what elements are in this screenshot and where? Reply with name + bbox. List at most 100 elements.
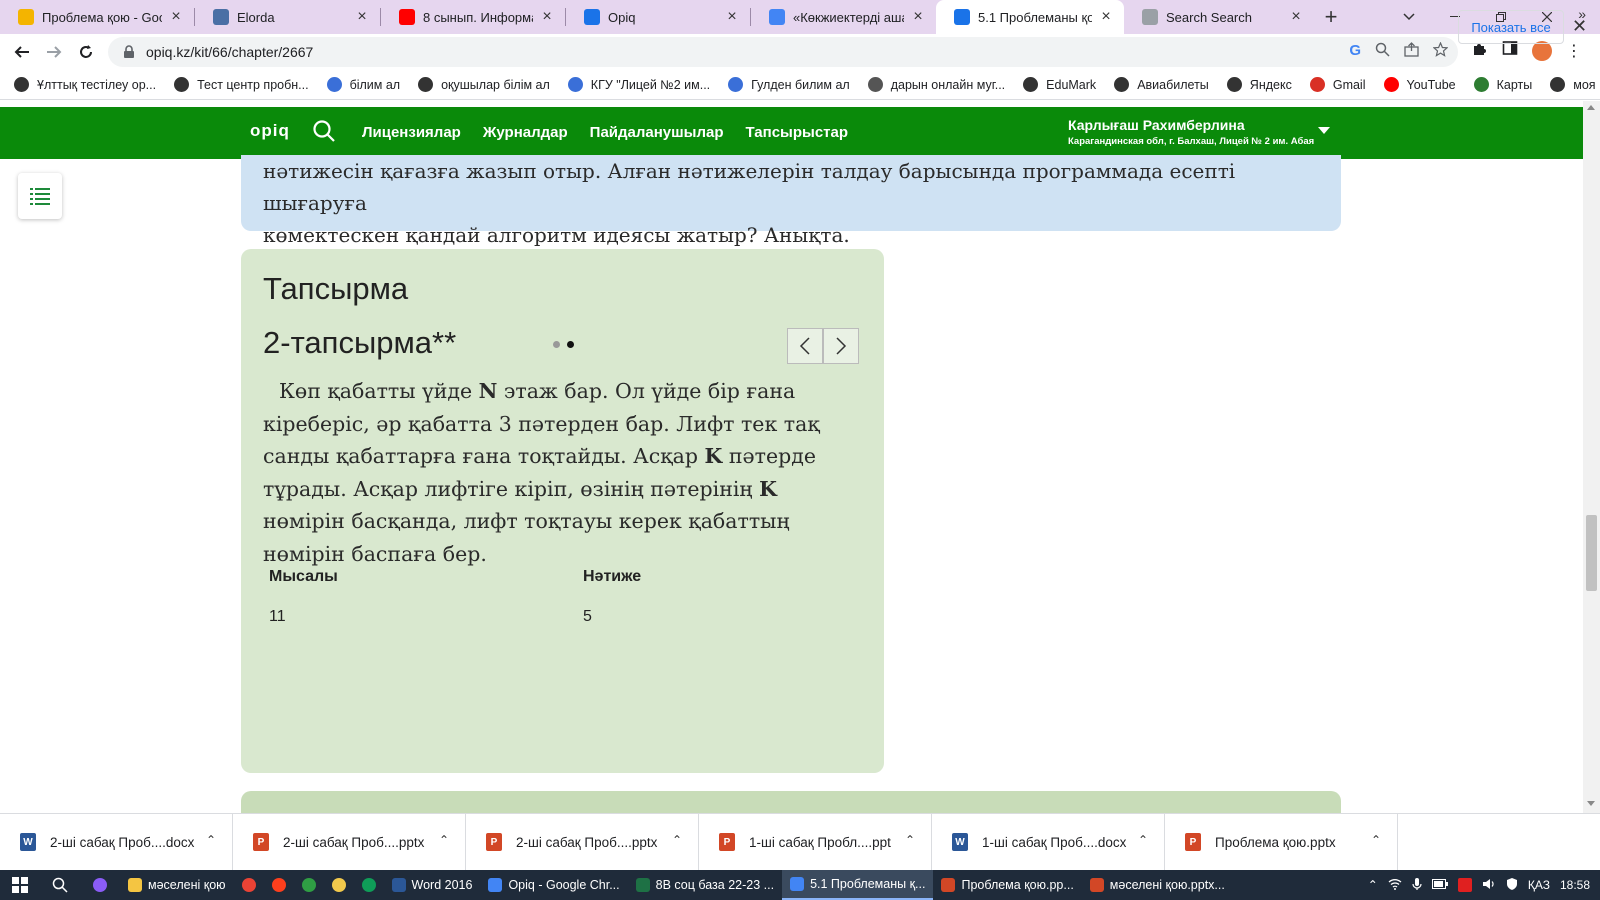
- site-nav-link[interactable]: Тапсырыстар: [746, 124, 849, 141]
- download-options-chevron-icon[interactable]: ⌃: [672, 833, 682, 847]
- shield-icon[interactable]: [1506, 877, 1518, 894]
- table-of-contents-button[interactable]: [18, 173, 62, 219]
- bookmark-item[interactable]: Gmail: [1309, 77, 1366, 92]
- browser-tab[interactable]: 5.1 Проблеманы қою - ×: [936, 0, 1124, 34]
- input-language[interactable]: ҚАЗ: [1528, 878, 1550, 892]
- download-item[interactable]: P 2-ші сабақ Проб....pptx ⌃: [466, 813, 699, 871]
- close-tab-icon[interactable]: ×: [354, 8, 370, 26]
- tab-search-chevron-icon[interactable]: [1386, 0, 1432, 34]
- site-nav-link[interactable]: Лицензиялар: [362, 124, 461, 141]
- back-icon[interactable]: [6, 36, 38, 68]
- bookmark-item[interactable]: Тест центр пробн...: [174, 77, 309, 92]
- close-downloads-icon[interactable]: ✕: [1572, 16, 1587, 37]
- next-card-edge: [241, 791, 1341, 813]
- browser-tab[interactable]: Opiq ×: [566, 0, 750, 34]
- browser-tab[interactable]: «Көкжиектерді аша от ×: [751, 0, 936, 34]
- bookmark-label: Gmail: [1332, 77, 1366, 92]
- yandex-icon[interactable]: [264, 870, 294, 900]
- download-item[interactable]: P 2-ші сабақ Проб....pptx ⌃: [233, 813, 466, 871]
- show-all-downloads-button[interactable]: Показать все: [1458, 10, 1564, 44]
- bookmark-item[interactable]: білим ал: [326, 77, 400, 92]
- close-tab-icon[interactable]: ×: [539, 8, 555, 26]
- bookmark-item[interactable]: КГУ "Лицей №2 им...: [567, 77, 710, 92]
- reload-icon[interactable]: [70, 36, 102, 68]
- google-lens-icon[interactable]: G: [1349, 42, 1361, 61]
- clock[interactable]: 18:58: [1560, 878, 1590, 892]
- download-options-chevron-icon[interactable]: ⌃: [905, 833, 915, 847]
- volume-icon[interactable]: [1482, 878, 1496, 893]
- forward-icon[interactable]: [38, 36, 70, 68]
- close-tab-icon[interactable]: ×: [1288, 8, 1304, 26]
- user-menu[interactable]: Карлығаш Рахимберлина Карагандинская обл…: [1068, 117, 1314, 147]
- taskbar-app[interactable]: 8В соц база 22-23 ...: [628, 870, 782, 900]
- bookmark-item[interactable]: оқушылар білім ал: [418, 77, 550, 92]
- url-bar[interactable]: opiq.kz/kit/66/chapter/2667 G: [108, 37, 1458, 67]
- browser-tab[interactable]: Elorda ×: [195, 0, 380, 34]
- close-tab-icon[interactable]: ×: [724, 8, 740, 26]
- tray-chevron-icon[interactable]: ⌃: [1368, 878, 1378, 892]
- user-menu-caret-icon[interactable]: [1318, 127, 1330, 134]
- wifi-icon[interactable]: [1388, 878, 1402, 893]
- bookmark-item[interactable]: Карты: [1473, 77, 1532, 92]
- download-options-chevron-icon[interactable]: ⌃: [206, 833, 216, 847]
- windows-start-icon[interactable]: [0, 870, 40, 900]
- chrome-icon-glyph: [241, 878, 256, 892]
- carousel-next-button[interactable]: [823, 328, 859, 364]
- menu-kebab-icon[interactable]: ⋮: [1566, 41, 1582, 61]
- taskbar-app[interactable]: Проблема қою.pp...: [933, 870, 1081, 900]
- apps-grid-icon[interactable]: [294, 870, 324, 900]
- browser-tab[interactable]: Проблема қою - Goog ×: [0, 0, 194, 34]
- download-filename: 2-ші сабақ Проб....docx: [50, 834, 195, 850]
- bookmark-item[interactable]: моя: [1550, 77, 1596, 92]
- assistant-icon[interactable]: [80, 870, 120, 900]
- bookmark-item[interactable]: Гулден билим ал: [728, 77, 850, 92]
- taskbar-app[interactable]: мәселені қою: [120, 870, 234, 900]
- antivirus-icon[interactable]: [1457, 878, 1472, 892]
- download-item[interactable]: P Проблема қою.pptx ⌃: [1165, 813, 1398, 871]
- new-tab-button[interactable]: +: [1314, 0, 1348, 34]
- opiq-logo[interactable]: opiq: [250, 121, 290, 141]
- taskbar-app[interactable]: Word 2016: [384, 870, 481, 900]
- scroll-up-icon[interactable]: [1587, 105, 1595, 110]
- download-options-chevron-icon[interactable]: ⌃: [439, 833, 449, 847]
- microphone-icon[interactable]: [1412, 877, 1422, 894]
- download-options-chevron-icon[interactable]: ⌃: [1371, 833, 1381, 847]
- chrome-icon[interactable]: [234, 870, 264, 900]
- page-scrollbar[interactable]: [1583, 101, 1600, 813]
- bookmark-item[interactable]: Ұлттық тестілеу ор...: [14, 77, 156, 92]
- close-tab-icon[interactable]: ×: [1098, 8, 1114, 26]
- search-icon[interactable]: [312, 119, 336, 148]
- bookmark-item[interactable]: дарын онлайн муг...: [867, 77, 1005, 92]
- download-options-chevron-icon[interactable]: ⌃: [1138, 833, 1148, 847]
- files-icon[interactable]: [324, 870, 354, 900]
- bookmark-item[interactable]: YouTube: [1383, 77, 1456, 92]
- close-tab-icon[interactable]: ×: [910, 8, 926, 26]
- bookmark-item[interactable]: EduMark: [1023, 77, 1096, 92]
- scrollbar-thumb[interactable]: [1586, 515, 1597, 591]
- close-tab-icon[interactable]: ×: [168, 8, 184, 26]
- battery-icon[interactable]: [1431, 878, 1448, 892]
- taskbar-search-icon[interactable]: [40, 870, 80, 900]
- bookmark-star-icon[interactable]: [1432, 41, 1449, 61]
- taskbar-app[interactable]: Opiq - Google Chr...: [480, 870, 627, 900]
- edge-icon[interactable]: [354, 870, 384, 900]
- scroll-down-icon[interactable]: [1587, 801, 1595, 806]
- carousel-prev-button[interactable]: [787, 328, 823, 364]
- carousel-dot[interactable]: [553, 341, 560, 348]
- carousel-dot[interactable]: [567, 341, 574, 348]
- bookmark-favicon-icon: [174, 77, 190, 92]
- browser-tab[interactable]: Search Search ×: [1124, 0, 1314, 34]
- bookmark-item[interactable]: Яндекс: [1226, 77, 1292, 92]
- bookmark-item[interactable]: Авиабилеты: [1114, 77, 1209, 92]
- download-item[interactable]: P 1-ші сабақ Пробл....ppt ⌃: [699, 813, 932, 871]
- download-item[interactable]: W 2-ші сабақ Проб....docx ⌃: [0, 813, 233, 871]
- download-item[interactable]: W 1-ші сабақ Проб....docx ⌃: [932, 813, 1165, 871]
- browser-tab[interactable]: 8 сынып. Информатик ×: [381, 0, 565, 34]
- taskbar-app[interactable]: мәселені қою.pptx...: [1082, 870, 1233, 900]
- bookmarks-bar: Ұлттық тестілеу ор... Тест центр пробн...…: [0, 70, 1600, 100]
- taskbar-app[interactable]: 5.1 Проблеманы қ...: [782, 870, 934, 900]
- site-nav-link[interactable]: Пайдаланушылар: [590, 124, 724, 141]
- share-icon[interactable]: [1404, 42, 1419, 61]
- zoom-icon[interactable]: [1375, 42, 1390, 61]
- site-nav-link[interactable]: Журналдар: [483, 124, 568, 141]
